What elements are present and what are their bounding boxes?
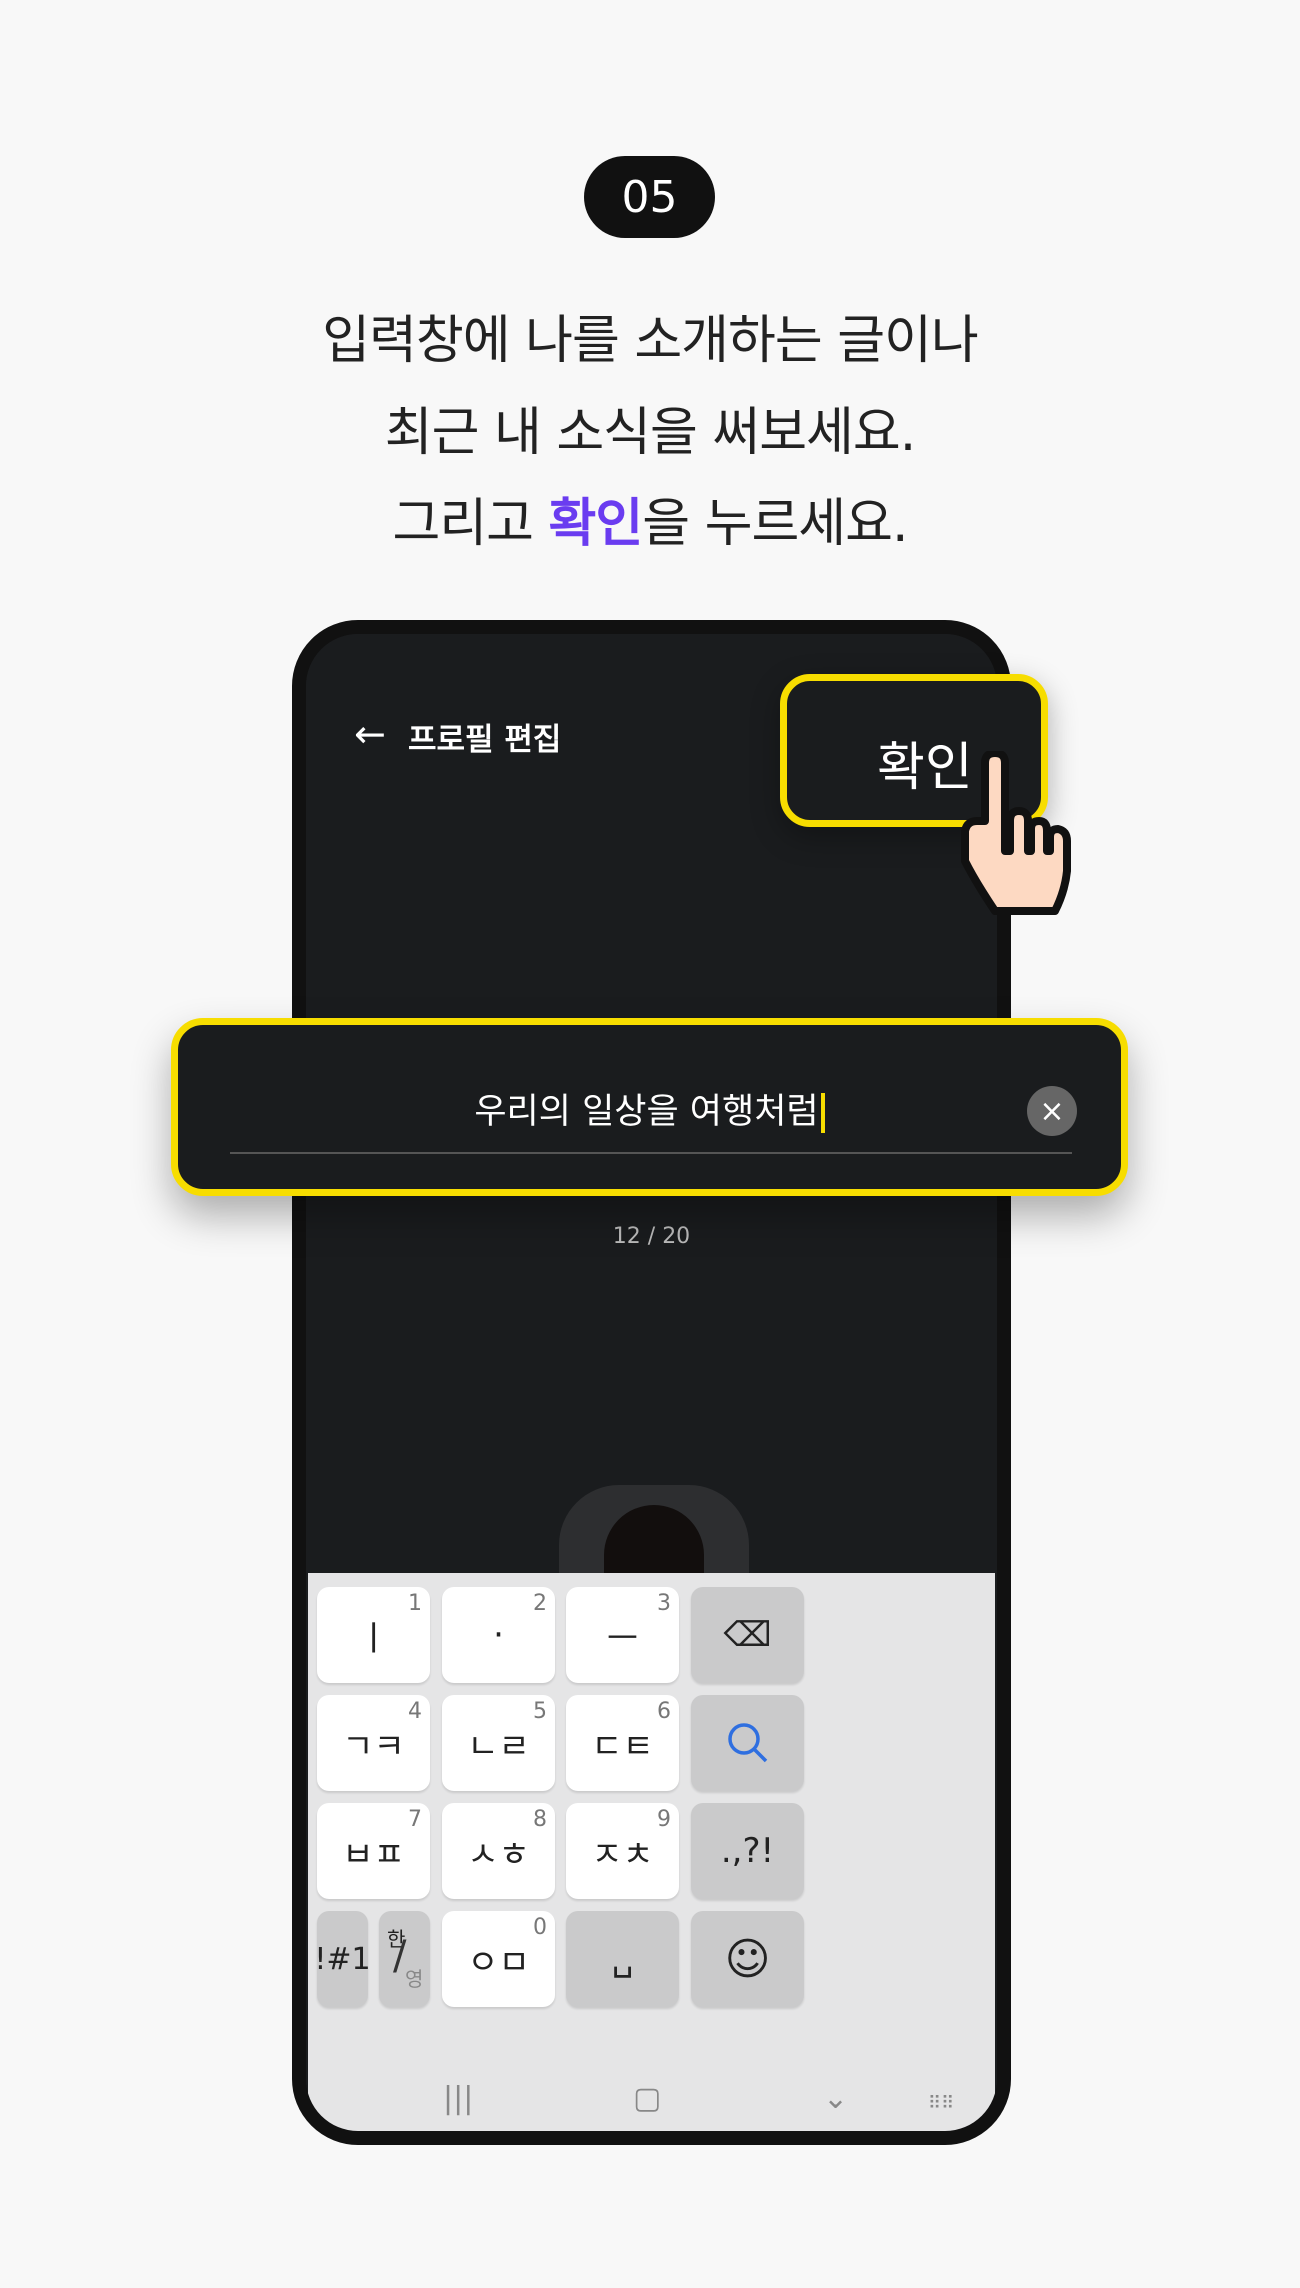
key-number: 2 [533, 1591, 547, 1616]
space-key[interactable]: ␣ [566, 1911, 679, 2007]
key-label: .,?! [720, 1831, 775, 1871]
instruction-text: 을 누르세요. [642, 494, 908, 554]
key-number: 0 [533, 1915, 547, 1940]
key-label: ㅅㅎ [467, 1834, 530, 1875]
instruction-accent: 확인 [548, 494, 644, 554]
key-number: 1 [408, 1591, 422, 1616]
emoji-icon: ☺ [724, 1933, 771, 1985]
key-label: !#1 [314, 1941, 371, 1977]
input-underline [230, 1152, 1072, 1154]
bio-input-text[interactable]: 우리의 일상을 여행처럼 [178, 1083, 1121, 1134]
key-eu[interactable]: ㅡ3 [566, 1587, 679, 1683]
home-icon[interactable]: ▢ [633, 2081, 661, 2116]
key-label: · [493, 1615, 504, 1655]
key-i[interactable]: ㅣ1 [317, 1587, 430, 1683]
key-g-k[interactable]: ㄱㅋ 4 [317, 1695, 430, 1791]
key-o-m[interactable]: ㅇㅁ 0 [442, 1911, 555, 2007]
key-dot[interactable]: · 2 [442, 1587, 555, 1683]
symbols-key[interactable]: !#1 [314, 1911, 371, 2007]
backspace-key[interactable]: ⌫ [691, 1587, 804, 1683]
keyboard-icon[interactable]: ⠿⠿ [928, 2093, 954, 2114]
step-badge: 05 [584, 156, 715, 238]
key-number: 3 [657, 1591, 671, 1616]
search-icon [727, 1723, 767, 1763]
instruction-line-3: 그리고 확인을 누르세요. [0, 481, 1300, 556]
key-number: 6 [657, 1699, 671, 1724]
backspace-icon: ⌫ [723, 1615, 772, 1655]
key-label: ㅇㅁ [467, 1942, 530, 1983]
key-label: ㄱㅋ [342, 1726, 405, 1767]
char-counter: 12 / 20 [612, 1224, 691, 1249]
key-label: ㄷㅌ [591, 1726, 654, 1767]
key-number: 8 [533, 1807, 547, 1832]
chevron-down-icon[interactable]: ⌄ [823, 2081, 848, 2116]
arrow-left-icon[interactable]: ← [354, 712, 386, 756]
key-label: ㅡ [606, 1618, 639, 1659]
key-number: 9 [657, 1807, 671, 1832]
key-number: 4 [408, 1699, 422, 1724]
input-value: 우리의 일상을 여행처럼 [474, 1092, 819, 1132]
punctuation-key[interactable]: .,?! [691, 1803, 804, 1899]
phone-frame: ← 프로필 편집 12 / 20 ㅣ1 · 2 ㅡ3 ⌫ ㄱㅋ 4 ㄴㄹ 5 ㄷㅌ 6 … [292, 620, 1011, 2145]
instruction-line-2: 최근 내 소식을 써보세요. [384, 403, 917, 463]
phone-screen: ← 프로필 편집 12 / 20 ㅣ1 · 2 ㅡ3 ⌫ ㄱㅋ 4 ㄴㄹ 5 ㄷㅌ 6 … [306, 634, 997, 2131]
pointing-hand-icon [961, 751, 1071, 915]
key-d-t[interactable]: ㄷㅌ 6 [566, 1695, 679, 1791]
keyboard: ㅣ1 · 2 ㅡ3 ⌫ ㄱㅋ 4 ㄴㄹ 5 ㄷㅌ 6 ㅂㅍ 7 ㅅㅎ 8 ㅈㅊ 9 .,?! … [308, 1573, 995, 2131]
instruction-text: 그리고 [392, 494, 549, 554]
key-number: 5 [533, 1699, 547, 1724]
lang-toggle-key[interactable]: 한 / 영 [379, 1911, 430, 2007]
close-icon[interactable]: × [1027, 1086, 1077, 1136]
page-title: 프로필 편집 [408, 722, 562, 758]
key-n-r[interactable]: ㄴㄹ 5 [442, 1695, 555, 1791]
key-label: 영 [405, 1967, 424, 1991]
recent-apps-icon[interactable]: ||| [443, 2081, 473, 2116]
key-label: ㄴㄹ [467, 1726, 530, 1767]
search-key[interactable] [691, 1695, 804, 1791]
emoji-key[interactable]: ☺ [691, 1911, 804, 2007]
text-caret [820, 1093, 825, 1133]
key-label: ㅣ [357, 1618, 390, 1659]
key-b-p[interactable]: ㅂㅍ 7 [317, 1803, 430, 1899]
key-j-ch[interactable]: ㅈㅊ 9 [566, 1803, 679, 1899]
key-label: ㅂㅍ [342, 1834, 405, 1875]
bio-input[interactable]: 우리의 일상을 여행처럼 × [171, 1018, 1128, 1196]
key-number: 7 [408, 1807, 422, 1832]
instruction-line-1: 입력창에 나를 소개하는 글이나 [322, 311, 979, 371]
space-icon: ␣ [611, 1939, 634, 1979]
key-s-h[interactable]: ㅅㅎ 8 [442, 1803, 555, 1899]
key-label: ㅈㅊ [591, 1834, 654, 1875]
